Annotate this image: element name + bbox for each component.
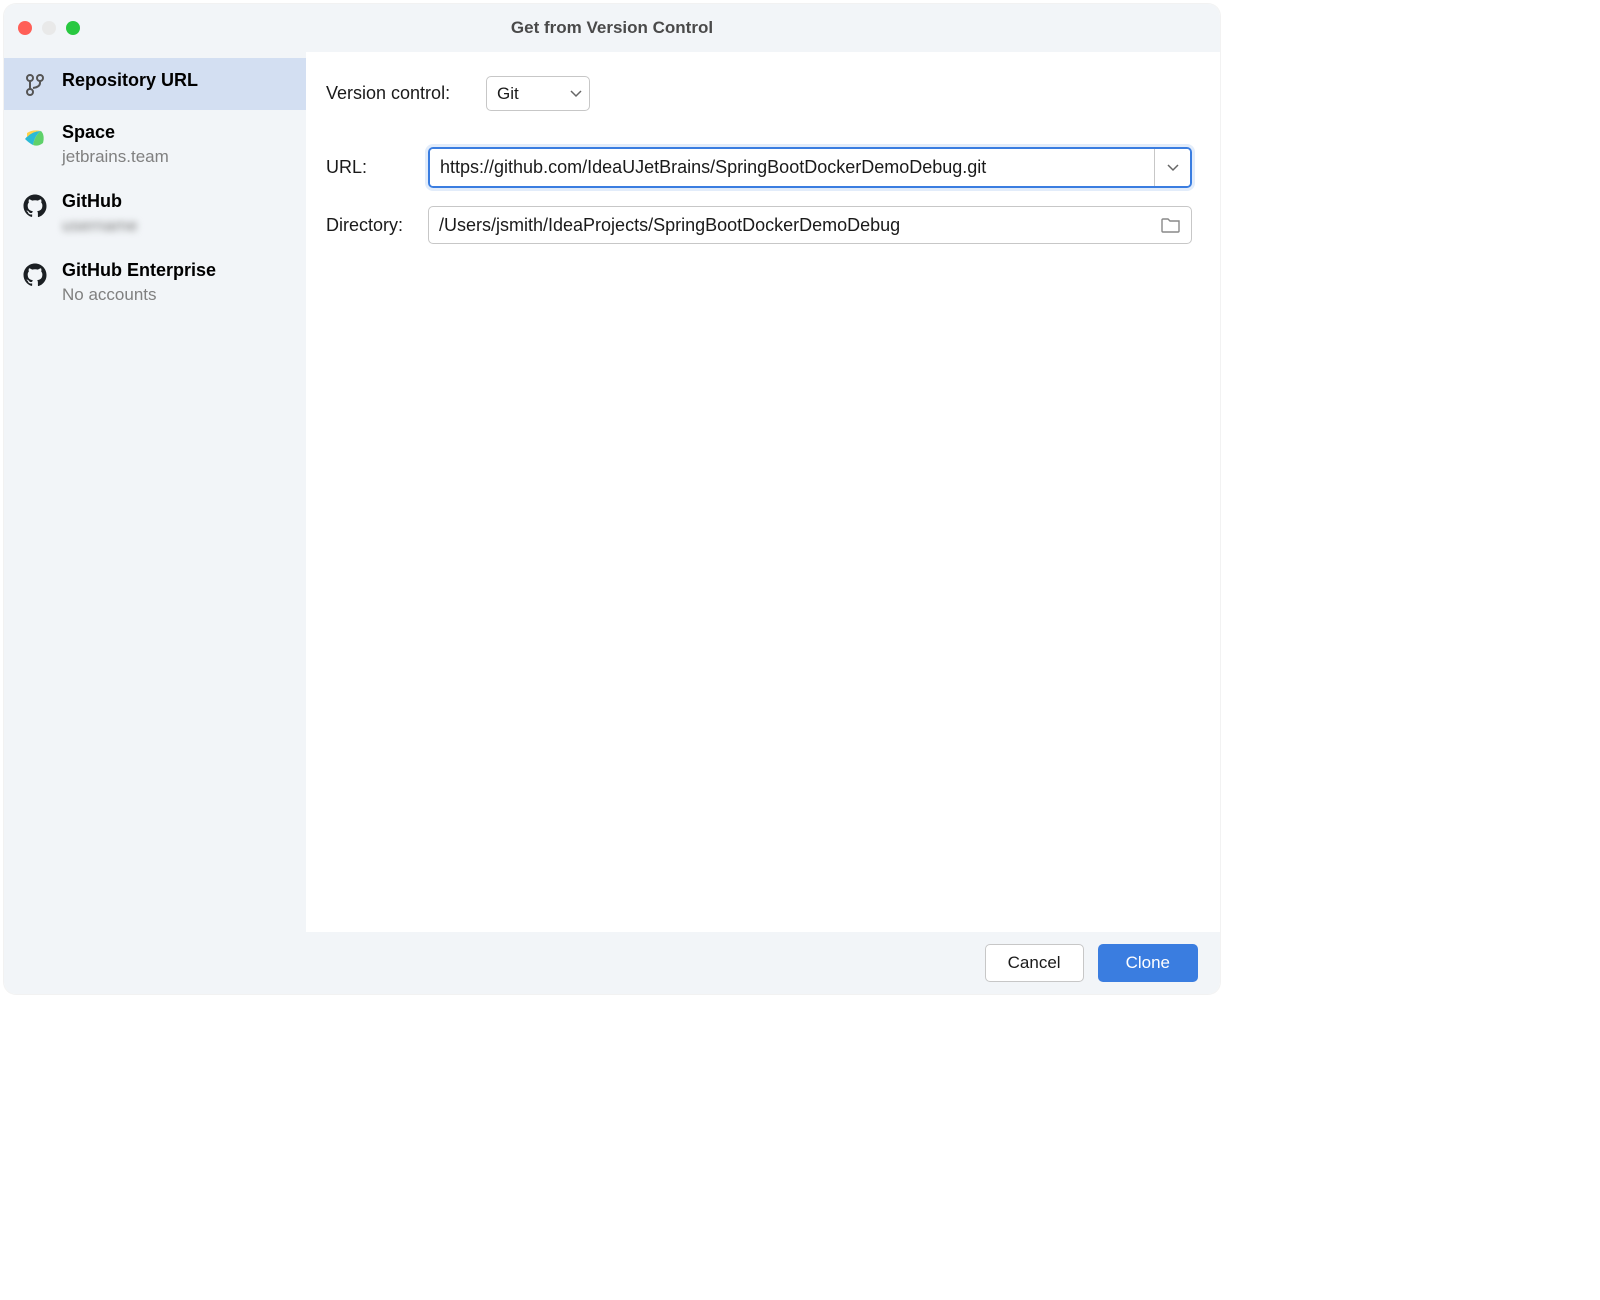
window-controls (18, 21, 80, 35)
version-control-label: Version control: (326, 83, 486, 104)
url-input[interactable] (430, 149, 1154, 186)
sidebar-item-github[interactable]: GitHub username (4, 179, 306, 248)
sidebar-item-subtitle-redacted: username (62, 216, 294, 236)
chevron-down-icon (1167, 164, 1179, 172)
sidebar-item-repository-url[interactable]: Repository URL (4, 58, 306, 110)
sidebar-item-subtitle: No accounts (62, 285, 294, 305)
clone-button[interactable]: Clone (1098, 944, 1198, 982)
branch-icon (22, 72, 48, 98)
dialog-body: Repository URL Space jetbrains.team (4, 52, 1220, 932)
sidebar-item-label: Repository URL (62, 70, 294, 91)
version-control-select-wrap: Git (486, 76, 590, 111)
github-icon (22, 262, 48, 288)
dialog-window: Get from Version Control Repository URL (4, 4, 1220, 994)
space-icon (22, 124, 48, 150)
sidebar-item-label: Space (62, 122, 294, 143)
sidebar-item-subtitle: jetbrains.team (62, 147, 294, 167)
sidebar-item-label: GitHub (62, 191, 294, 212)
titlebar[interactable]: Get from Version Control (4, 4, 1220, 52)
version-control-select[interactable]: Git (486, 76, 590, 111)
window-title: Get from Version Control (511, 18, 713, 38)
github-icon (22, 193, 48, 219)
url-input-combo (428, 147, 1192, 188)
sidebar-item-github-enterprise[interactable]: GitHub Enterprise No accounts (4, 248, 306, 317)
maximize-window-button[interactable] (66, 21, 80, 35)
sidebar: Repository URL Space jetbrains.team (4, 52, 306, 932)
sidebar-item-label: GitHub Enterprise (62, 260, 294, 281)
close-window-button[interactable] (18, 21, 32, 35)
minimize-window-button[interactable] (42, 21, 56, 35)
directory-input-wrap (428, 206, 1192, 244)
sidebar-item-space[interactable]: Space jetbrains.team (4, 110, 306, 179)
url-history-dropdown[interactable] (1154, 149, 1190, 186)
url-row: URL: (326, 147, 1192, 188)
cancel-button[interactable]: Cancel (985, 944, 1084, 982)
directory-row: Directory: (326, 206, 1192, 244)
main-panel: Version control: Git URL: (306, 52, 1220, 932)
folder-icon (1161, 217, 1181, 233)
directory-input[interactable] (429, 215, 1151, 236)
version-control-row: Version control: Git (326, 76, 1192, 111)
dialog-footer: Cancel Clone (4, 932, 1220, 994)
browse-directory-button[interactable] (1151, 217, 1191, 233)
url-label: URL: (326, 157, 428, 178)
directory-label: Directory: (326, 215, 428, 236)
